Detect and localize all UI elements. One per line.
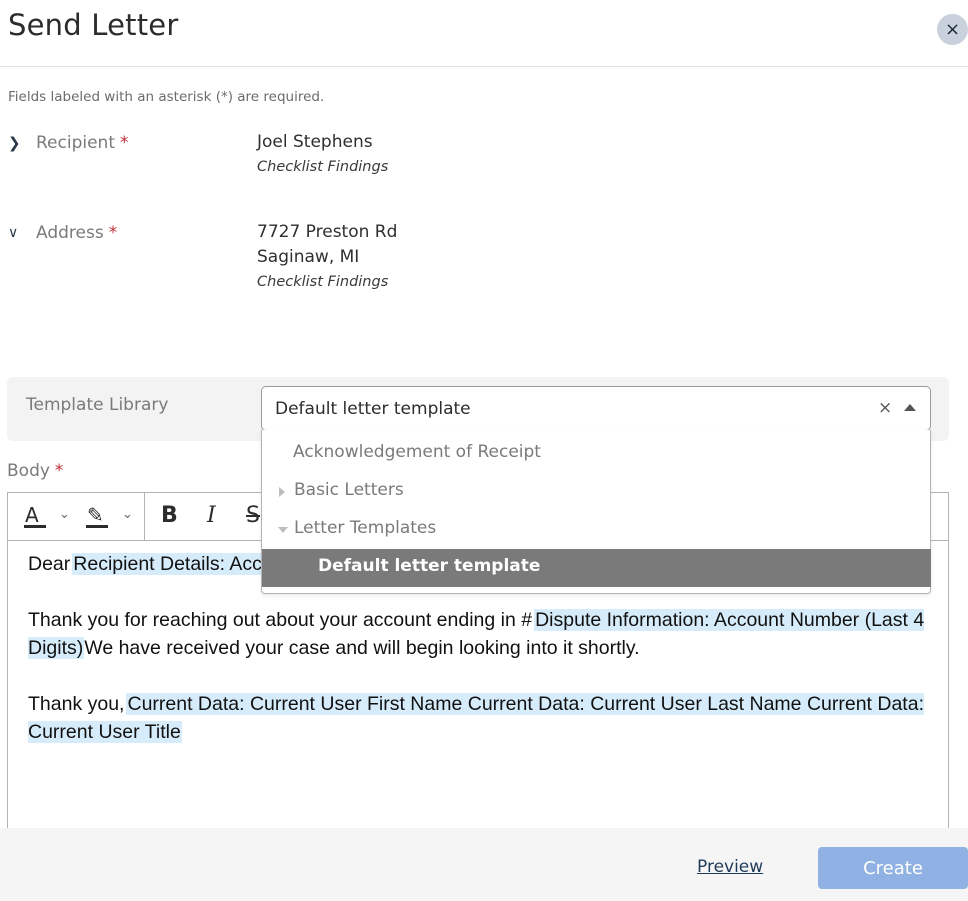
highlight-indicator [86, 525, 108, 528]
font-color-chevron-down-icon[interactable]: ⌄ [59, 507, 70, 522]
font-color-button[interactable]: A [25, 503, 39, 527]
address-toggle[interactable]: ∨ Address * [8, 223, 117, 243]
merge-field-tag[interactable]: Current Data: Current User First Name Cu… [28, 693, 924, 743]
required-fields-note: Fields labeled with an asterisk (*) are … [8, 89, 325, 105]
address-source: Checklist Findings [257, 274, 389, 290]
chevron-right-icon: ❯ [8, 134, 21, 152]
dropdown-option-selected[interactable]: Default letter template [262, 549, 931, 587]
dialog-footer: Preview Create [0, 828, 968, 901]
dialog-title: Send Letter [8, 8, 179, 42]
caret-down-icon[interactable] [278, 527, 288, 533]
recipient-label: Recipient [36, 133, 115, 153]
dropdown-option[interactable]: Acknowledgement of Receipt [293, 442, 541, 462]
dropdown-group[interactable]: Letter Templates [294, 518, 436, 538]
dropdown-group[interactable]: Basic Letters [294, 480, 404, 500]
required-asterisk: * [108, 223, 118, 243]
create-button[interactable]: Create [818, 847, 968, 889]
recipient-name: Joel Stephens [257, 132, 373, 152]
closing-paragraph: Thank you, Current Data: Current User Fir… [28, 693, 924, 743]
template-library-label: Template Library [26, 395, 169, 415]
close-button[interactable]: × [937, 14, 968, 45]
required-asterisk: * [120, 133, 129, 153]
toolbar-divider [144, 493, 145, 540]
template-dropdown: Acknowledgement of Receipt Basic Letters… [261, 430, 931, 594]
template-select[interactable]: Default letter template × [261, 386, 931, 431]
strikethrough-button[interactable]: S [246, 503, 260, 528]
caret-right-icon[interactable] [279, 487, 285, 497]
recipient-toggle[interactable]: ❯ Recipient * [8, 133, 129, 153]
address-line-2: Saginaw, MI [257, 247, 360, 267]
body-paragraph: Thank you for reaching out about your ac… [28, 609, 925, 659]
template-select-value: Default letter template [275, 399, 471, 419]
highlight-marker-icon[interactable]: ✎ [87, 503, 104, 527]
header-divider [0, 66, 968, 67]
bold-button[interactable]: B [161, 503, 178, 528]
body-label: Body * [7, 461, 64, 481]
caret-up-icon[interactable] [904, 404, 916, 411]
address-line-1: 7727 Preston Rd [257, 222, 398, 242]
italic-button[interactable]: I [207, 503, 216, 528]
clear-icon[interactable]: × [878, 398, 892, 418]
merge-field-tag[interactable]: Recipient Details: Acc [72, 553, 263, 575]
address-label: Address [36, 223, 104, 243]
highlight-chevron-down-icon[interactable]: ⌄ [122, 507, 133, 522]
preview-link[interactable]: Preview [697, 857, 763, 877]
chevron-down-icon: ∨ [8, 225, 19, 241]
close-icon: × [944, 19, 961, 40]
font-color-indicator [24, 525, 46, 528]
recipient-source: Checklist Findings [257, 159, 389, 175]
